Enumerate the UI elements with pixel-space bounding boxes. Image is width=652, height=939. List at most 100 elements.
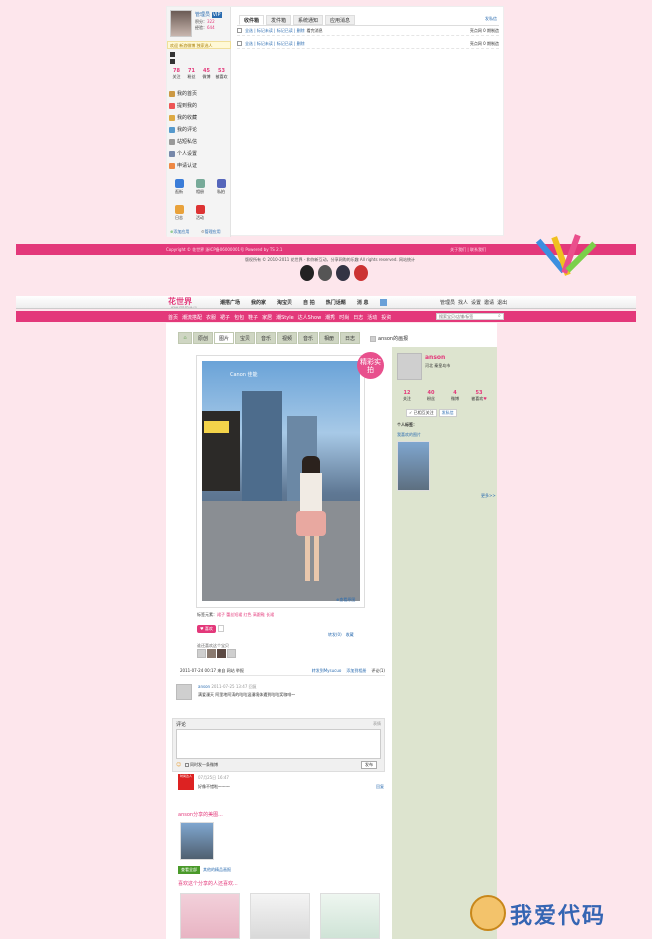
nav-topics[interactable]: 热门话题 <box>326 299 346 306</box>
partner-logo[interactable] <box>318 265 332 281</box>
cat-link[interactable]: 时尚 <box>339 314 349 321</box>
also-like-thumb[interactable] <box>250 893 310 939</box>
send-message-link[interactable]: 发私信 <box>485 16 497 22</box>
profile-stat-weibo[interactable]: 4 微博 <box>445 390 465 402</box>
user-name[interactable]: 管理员 <box>195 12 210 18</box>
stat-fans[interactable]: 71 粉丝 <box>184 68 199 80</box>
cat-link[interactable]: 潮秀 <box>325 314 335 321</box>
nav-square[interactable]: 潮搭广场 <box>220 299 240 306</box>
partner-logo[interactable] <box>336 265 350 281</box>
cat-link[interactable]: 裙子 <box>220 314 230 321</box>
add-app-link[interactable]: ⊕添加应用 <box>170 229 189 235</box>
also-like-thumb[interactable] <box>180 893 240 939</box>
commenter-avatar[interactable] <box>176 684 192 700</box>
cat-link[interactable]: 投资 <box>381 314 391 321</box>
cat-link[interactable]: 达人Show <box>298 314 322 321</box>
nav-user[interactable]: 管理员 <box>440 299 455 306</box>
mail-icon[interactable] <box>170 59 175 64</box>
notify-icon[interactable] <box>379 299 387 306</box>
cat-link[interactable]: 日志 <box>353 314 363 321</box>
more-link[interactable]: 更多>> <box>481 493 496 499</box>
tab-inbox[interactable]: 收件箱 <box>239 15 265 25</box>
emoji-icon[interactable]: ☺ <box>176 762 181 768</box>
like-button[interactable]: ♥ 喜欢 <box>197 625 216 633</box>
profile-name[interactable]: anson <box>425 354 445 361</box>
commenter-2-avatar[interactable]: 时尚达人 <box>178 774 194 790</box>
menu-home[interactable]: 我的首页 <box>169 88 229 99</box>
forward-link[interactable]: 转发(0) <box>328 632 342 638</box>
nav-messages[interactable]: 消 息 <box>357 299 369 306</box>
menu-settings[interactable]: 个人设置 <box>169 148 229 159</box>
comment-count[interactable]: 评论(1) <box>371 668 385 674</box>
tab-blog[interactable]: 日志 <box>340 332 360 344</box>
forward-sina[interactable]: 转发到Mysucuo <box>312 668 342 674</box>
nav-invite[interactable]: 邀请 <box>484 299 494 306</box>
nav-logout[interactable]: 退出 <box>497 299 507 306</box>
nav-settings[interactable]: 设置 <box>471 299 481 306</box>
nav-find[interactable]: 找人 <box>458 299 468 306</box>
profile-stat-liked[interactable]: 53 被喜欢♥ <box>469 390 489 402</box>
collect-link[interactable]: 收藏 <box>346 632 354 638</box>
partner-logo[interactable] <box>300 265 314 281</box>
fav-photo-thumb[interactable] <box>397 441 430 491</box>
profile-stat-fans[interactable]: 40 粉丝 <box>421 390 441 402</box>
other-posters-link[interactable]: 其他的精品画报 <box>203 867 231 873</box>
tab-treasure[interactable]: 宝贝 <box>235 332 255 344</box>
nav-treasure[interactable]: 淘宝贝 <box>277 299 292 306</box>
cat-link[interactable]: 鞋子 <box>248 314 258 321</box>
cat-link[interactable]: 首页 <box>168 314 178 321</box>
app-event[interactable]: 活动 <box>190 205 210 221</box>
notice-bar[interactable]: 欢迎 新浪微博 独家选人 <box>167 41 231 49</box>
submit-button[interactable]: 发布 <box>361 761 377 769</box>
qq-icon[interactable] <box>170 52 175 57</box>
stat-weibo[interactable]: 45 微博 <box>199 68 214 80</box>
also-like-thumb[interactable] <box>320 893 380 939</box>
tab-music-2[interactable]: 音乐 <box>298 332 318 344</box>
cat-link[interactable]: 活动 <box>367 314 377 321</box>
cat-link[interactable]: 衣服 <box>206 314 216 321</box>
tab-image[interactable]: 图片 <box>214 332 234 344</box>
main-photo[interactable]: Canon 佳能 <box>202 361 360 601</box>
search-input[interactable] <box>436 313 504 320</box>
follow-button[interactable]: ✓ 已相互关注 <box>406 409 437 417</box>
view-large-link[interactable]: ⊕查看原图 <box>336 597 355 603</box>
comment-textarea[interactable] <box>176 729 381 759</box>
cat-link[interactable]: 潮流搭配 <box>182 314 202 321</box>
liker-avatar[interactable] <box>197 649 206 658</box>
nav-home[interactable]: 我的家 <box>251 299 266 306</box>
app-selfie[interactable]: 私拍 <box>211 179 231 195</box>
tab-app[interactable]: 应用消息 <box>325 15 356 25</box>
profile-avatar[interactable] <box>397 353 422 380</box>
menu-mentions[interactable]: 提到我的 <box>169 100 229 111</box>
profile-stat-follow[interactable]: 12 关注 <box>397 390 417 402</box>
menu-favorites[interactable]: 我的收藏 <box>169 112 229 123</box>
fav-photos-title[interactable]: 我喜欢的图片 <box>397 432 421 438</box>
liker-avatar[interactable] <box>207 649 216 658</box>
send-msg-button[interactable]: 发私信 <box>438 409 457 417</box>
stat-liked[interactable]: 53 被喜欢 <box>214 68 229 80</box>
liker-avatar[interactable] <box>217 649 226 658</box>
more-photo-thumb[interactable] <box>180 822 214 860</box>
comment-2-reply[interactable]: 回复 <box>376 784 384 790</box>
nav-selfie[interactable]: 自 拍 <box>303 299 315 306</box>
menu-verify[interactable]: 申请认证 <box>169 160 229 171</box>
tab-album[interactable]: 相册 <box>319 332 339 344</box>
cat-link[interactable]: 家居 <box>262 314 272 321</box>
cat-link[interactable]: 潮Style <box>276 314 294 321</box>
manage-app-link[interactable]: ⚙管理应用 <box>201 229 221 235</box>
menu-messages[interactable]: 站短私信 <box>169 136 229 147</box>
tab-home[interactable]: ⌂ <box>178 332 192 344</box>
tab-original[interactable]: 原创 <box>193 332 213 344</box>
add-album[interactable]: 添加到相册 <box>346 668 366 674</box>
app-shopping[interactable]: 逛街 <box>169 179 189 195</box>
tab-video[interactable]: 视频 <box>277 332 297 344</box>
tab-system[interactable]: 系统通知 <box>293 15 324 25</box>
tab-outbox[interactable]: 发件箱 <box>266 15 292 25</box>
partner-logo[interactable] <box>354 265 368 281</box>
menu-comments[interactable]: 我的评论 <box>169 124 229 135</box>
footer-links[interactable]: 关于我们 | 联系我们 <box>450 247 486 253</box>
user-avatar[interactable] <box>170 10 192 37</box>
cat-link[interactable]: 包包 <box>234 314 244 321</box>
app-blog[interactable]: 日志 <box>169 205 189 221</box>
row-checkbox[interactable] <box>237 28 242 33</box>
